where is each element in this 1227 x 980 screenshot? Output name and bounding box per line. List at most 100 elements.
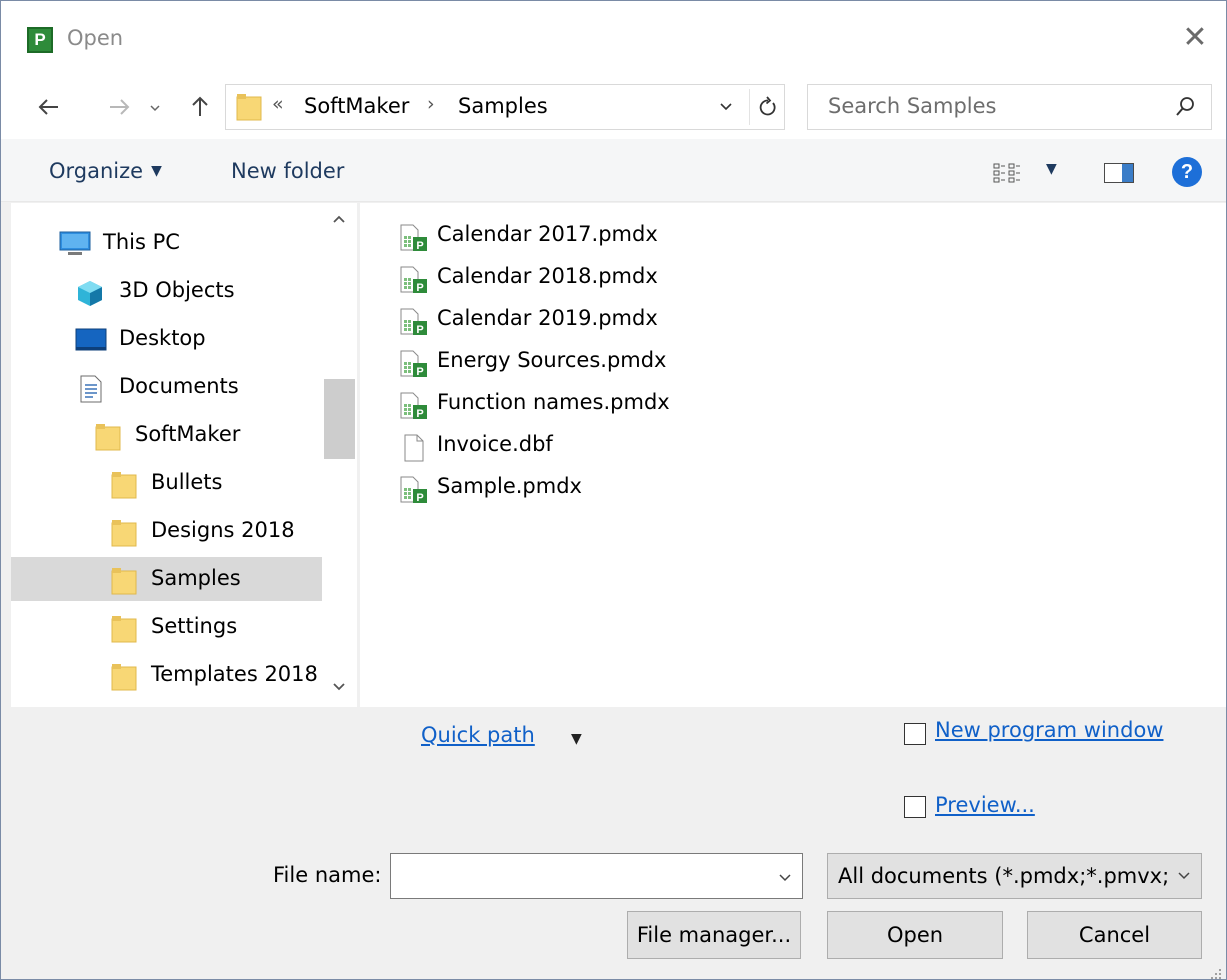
generic-file-icon [400,434,426,462]
pmdx-file-icon: P [400,392,427,420]
tree-label: Templates 2018 [151,662,318,686]
title-bar: P Open ✕ [1,1,1226,81]
new-program-window-checkbox[interactable] [904,723,926,745]
cancel-button[interactable]: Cancel [1027,911,1202,959]
organize-label: Organize [49,159,144,183]
close-icon[interactable]: ✕ [1178,21,1212,55]
app-icon: P [27,27,53,53]
folder-icon [111,519,137,552]
pmdx-file-icon: P [400,266,427,294]
svg-text:P: P [416,240,423,252]
nav-pane-scrollbar[interactable] [322,203,357,707]
address-divider [749,89,750,125]
svg-text:P: P [416,282,423,294]
file-list: P Calendar 2017.pmdx P Calendar 2018.pmd… [360,203,1226,707]
chevron-down-icon[interactable] [144,89,166,125]
preview-pane-icon[interactable] [1104,163,1134,183]
open-button[interactable]: Open [827,911,1003,959]
navigation-pane: This PC 3D Objects Desktop Documents Sof… [11,203,357,707]
svg-text:P: P [416,492,423,504]
open-dialog: P Open ✕ « SoftMaker › Samples Search Sa… [0,0,1227,980]
back-arrow-icon[interactable] [31,89,67,125]
tree-item-samples[interactable]: Samples [11,557,322,601]
folder-icon [111,471,137,504]
pmdx-file-icon: P [400,224,427,252]
breadcrumb-separator-icon[interactable]: › [427,93,435,115]
caret-down-icon: ▼ [151,163,162,179]
tree-item-templates-2018[interactable]: Templates 2018 [11,653,322,697]
refresh-icon[interactable] [754,89,782,125]
tree-item-designs-2018[interactable]: Designs 2018 [11,509,322,553]
quick-path-caret-icon[interactable]: ▼ [571,731,582,747]
tree-label: 3D Objects [119,278,235,302]
search-icon[interactable] [1175,95,1197,122]
resize-grip-icon[interactable] [1208,961,1222,979]
tree-label: Bullets [151,470,223,494]
address-overflow[interactable]: « [272,93,284,115]
address-bar[interactable]: « SoftMaker › Samples [225,84,785,130]
breadcrumb-softmaker[interactable]: SoftMaker [304,94,409,118]
search-field[interactable]: Search Samples [807,84,1212,130]
file-name-input[interactable] [390,853,803,899]
file-name: Calendar 2017.pmdx [437,222,658,246]
folder-icon [95,423,121,456]
tree-item-documents[interactable]: Documents [11,365,322,409]
svg-text:P: P [416,366,423,378]
file-name: Energy Sources.pmdx [437,348,667,372]
tree-item-desktop[interactable]: Desktop [11,317,322,361]
tree-item-softmaker[interactable]: SoftMaker [11,413,322,457]
navigation-bar: « SoftMaker › Samples Search Samples [1,81,1226,139]
file-name: Calendar 2019.pmdx [437,306,658,330]
organize-menu[interactable]: Organize ▼ [49,159,162,183]
tree-item-3d-objects[interactable]: 3D Objects [11,269,322,313]
3d-objects-icon [75,279,105,312]
help-icon[interactable]: ? [1172,157,1202,187]
scrollbar-thumb[interactable] [324,379,355,459]
preview-checkbox[interactable] [904,796,926,818]
tree-label: Documents [119,374,239,398]
tree-label: Settings [151,614,238,638]
folder-icon [111,663,137,696]
file-name: Sample.pmdx [437,474,582,498]
tree-item-settings[interactable]: Settings [11,605,322,649]
view-options-icon[interactable] [993,163,1023,188]
tree-label: Desktop [119,326,206,350]
file-name: Invoice.dbf [437,432,553,456]
view-options-caret-icon[interactable]: ▼ [1046,161,1057,177]
svg-text:P: P [416,324,423,336]
chevron-down-icon[interactable] [778,865,792,889]
up-arrow-icon[interactable] [183,89,217,125]
tree-item-this-pc[interactable]: This PC [11,221,322,265]
scroll-down-icon[interactable] [332,677,346,698]
breadcrumb-samples[interactable]: Samples [458,94,548,118]
quick-path-link[interactable]: Quick path [421,723,535,747]
chevron-down-icon[interactable] [1167,854,1201,898]
preview-label[interactable]: Preview... [935,793,1035,817]
new-folder-button[interactable]: New folder [231,159,344,183]
address-dropdown-icon[interactable] [719,94,733,119]
folder-icon [236,93,262,126]
pmdx-file-icon: P [400,308,427,336]
forward-arrow-icon[interactable] [101,89,137,125]
file-type-value: All documents (*.pmdx;*.pmvx; [838,864,1170,888]
tree-label: Samples [151,566,241,590]
search-placeholder: Search Samples [828,94,997,118]
window-title: Open [67,26,124,50]
tree-label: SoftMaker [135,422,241,446]
pmdx-file-icon: P [400,350,427,378]
svg-text:P: P [416,408,423,420]
computer-icon [59,231,91,262]
scroll-up-icon[interactable] [332,209,346,230]
command-bar: Organize ▼ New folder ▼ ? [1,139,1226,202]
folder-icon [111,615,137,648]
file-name: Calendar 2018.pmdx [437,264,658,288]
file-name-label: File name: [273,863,382,887]
file-type-select[interactable]: All documents (*.pmdx;*.pmvx; [827,853,1202,899]
tree-label: This PC [103,230,180,254]
file-manager-button[interactable]: File manager... [627,911,801,959]
new-program-window-label[interactable]: New program window [935,718,1163,742]
pmdx-file-icon: P [400,476,427,504]
folder-icon [111,567,137,600]
documents-icon [79,375,103,408]
tree-item-bullets[interactable]: Bullets [11,461,322,505]
